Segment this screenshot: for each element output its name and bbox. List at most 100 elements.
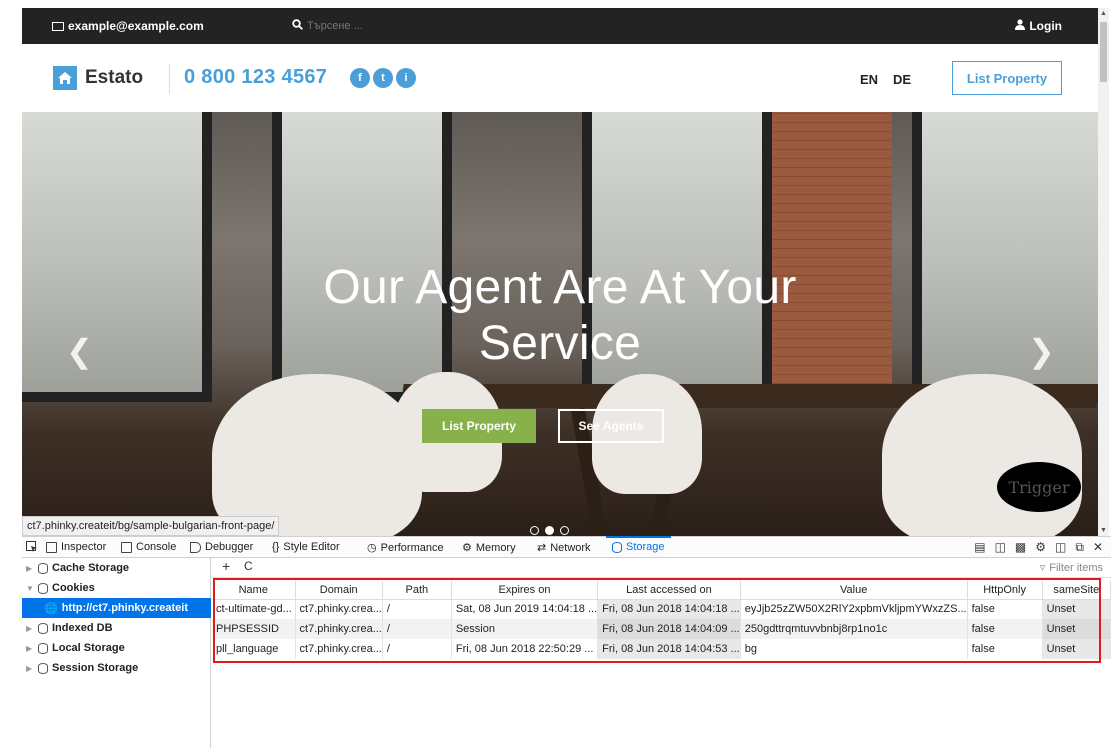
site-topbar: example@example.com Търсене ... Login: [22, 8, 1098, 44]
tab-memory[interactable]: ⚙ Memory: [462, 541, 516, 555]
add-item-button[interactable]: +: [222, 558, 230, 574]
column-header-last-accessed[interactable]: Last accessed on: [597, 581, 741, 600]
logo-name: Estato: [85, 67, 144, 88]
cell-path[interactable]: /: [382, 599, 452, 619]
hero-list-property-button[interactable]: List Property: [422, 409, 536, 443]
slider-dot[interactable]: [545, 526, 554, 535]
dock-side-icon[interactable]: ◫: [1055, 540, 1066, 555]
lang-de[interactable]: DE: [893, 72, 911, 87]
sidebar-item-cookie-host[interactable]: 🌐 http://ct7.phinky.createit: [22, 598, 211, 618]
sidebar-item-cache-storage[interactable]: ▶ Cache Storage: [22, 558, 211, 578]
column-header-value[interactable]: Value: [740, 581, 968, 600]
cell-samesite[interactable]: Unset: [1042, 599, 1111, 619]
cell-httponly[interactable]: false: [967, 639, 1043, 659]
cell-path[interactable]: /: [382, 619, 452, 639]
column-header-expires[interactable]: Expires on: [451, 581, 599, 600]
memory-icon: ⚙: [462, 542, 472, 554]
filter-input[interactable]: ▿ Filter items: [1039, 561, 1103, 575]
sidebar-item-cookies[interactable]: ▼ Cookies: [22, 578, 211, 598]
cell-value[interactable]: bg: [740, 639, 968, 659]
sidebar-item-session-storage[interactable]: ▶ Session Storage: [22, 658, 211, 678]
tab-debugger[interactable]: Debugger: [190, 541, 253, 553]
refresh-button[interactable]: C: [244, 559, 253, 573]
cell-name[interactable]: pll_language: [212, 639, 296, 659]
cell-value[interactable]: 250gdttrqmtuvvbnbj8rp1no1c: [740, 619, 968, 639]
slider-dot[interactable]: [560, 526, 569, 535]
facebook-icon[interactable]: f: [350, 68, 370, 88]
table-row[interactable]: PHPSESSID ct7.phinky.crea... / Session F…: [212, 619, 1111, 639]
tab-style-editor[interactable]: {} Style Editor: [272, 541, 340, 553]
cell-domain[interactable]: ct7.phinky.crea...: [295, 599, 383, 619]
settings-gear-icon[interactable]: ⚙: [1035, 540, 1046, 555]
tab-network[interactable]: ⇄ Network: [537, 541, 591, 555]
tab-inspector-label: Inspector: [61, 541, 107, 553]
database-icon: [38, 662, 48, 674]
cell-domain[interactable]: ct7.phinky.crea...: [295, 639, 383, 659]
column-header-httponly[interactable]: HttpOnly: [967, 581, 1043, 600]
list-property-button[interactable]: List Property: [952, 61, 1062, 95]
cell-name[interactable]: PHPSESSID: [212, 619, 296, 639]
sidebar-item-label: Cache Storage: [52, 562, 130, 574]
filter-funnel-icon: ▿: [1039, 562, 1046, 574]
split-console-icon[interactable]: ◫: [995, 540, 1006, 555]
table-row[interactable]: pll_language ct7.phinky.crea... / Fri, 0…: [212, 639, 1111, 659]
column-header-domain[interactable]: Domain: [295, 581, 383, 600]
trigger-button[interactable]: Trigger: [997, 462, 1081, 512]
tab-performance-label: Performance: [380, 541, 444, 554]
sidebar-item-indexed-db[interactable]: ▶ Indexed DB: [22, 618, 211, 638]
close-icon[interactable]: ✕: [1093, 540, 1103, 555]
collapse-arrow-icon[interactable]: ▼: [26, 584, 34, 593]
screenshot-icon[interactable]: ▩: [1015, 540, 1026, 555]
tab-storage[interactable]: Storage: [606, 536, 671, 553]
tab-inspector[interactable]: Inspector: [46, 541, 106, 553]
expand-arrow-icon[interactable]: ▶: [26, 664, 34, 673]
cell-last-accessed[interactable]: Fri, 08 Jun 2018 14:04:18 ...: [597, 599, 741, 619]
cell-expires[interactable]: Fri, 08 Jun 2018 22:50:29 ...: [451, 639, 599, 659]
tab-console[interactable]: Console: [121, 541, 176, 553]
cell-domain[interactable]: ct7.phinky.crea...: [295, 619, 383, 639]
responsive-design-icon[interactable]: ▤: [974, 540, 985, 555]
login-link[interactable]: Login: [1015, 19, 1062, 33]
table-header-row: Name Domain Path Expires on Last accesse…: [212, 581, 1111, 600]
lang-en[interactable]: EN: [860, 72, 878, 87]
cell-expires[interactable]: Sat, 08 Jun 2019 14:04:18 ...: [451, 599, 599, 619]
separate-window-icon[interactable]: ⧉: [1075, 540, 1084, 555]
element-picker-icon[interactable]: [26, 541, 38, 553]
scrollbar-thumb[interactable]: [1100, 22, 1107, 82]
column-header-samesite[interactable]: sameSite: [1042, 581, 1111, 600]
expand-arrow-icon[interactable]: ▶: [26, 624, 34, 633]
tab-performance[interactable]: ◷ Performance: [367, 541, 444, 555]
sidebar-item-local-storage[interactable]: ▶ Local Storage: [22, 638, 211, 658]
cell-samesite[interactable]: Unset: [1042, 639, 1111, 659]
cell-path[interactable]: /: [382, 639, 452, 659]
cell-samesite[interactable]: Unset: [1042, 619, 1111, 639]
prev-slide-arrow-icon[interactable]: ❮: [66, 332, 93, 370]
column-header-path[interactable]: Path: [382, 581, 452, 600]
slider-dot[interactable]: [530, 526, 539, 535]
cell-last-accessed[interactable]: Fri, 08 Jun 2018 14:04:53 ...: [597, 639, 741, 659]
expand-arrow-icon[interactable]: ▶: [26, 564, 34, 573]
column-header-name[interactable]: Name: [212, 581, 296, 600]
table-row[interactable]: ct-ultimate-gd... ct7.phinky.crea... / S…: [212, 599, 1111, 619]
cell-httponly[interactable]: false: [967, 619, 1043, 639]
cell-httponly[interactable]: false: [967, 599, 1043, 619]
search-placeholder: Търсене ...: [307, 20, 363, 32]
storage-sidebar: ▶ Cache Storage ▼ Cookies 🌐 http://ct7.p…: [22, 558, 211, 748]
expand-arrow-icon[interactable]: ▶: [26, 644, 34, 653]
scroll-down-icon[interactable]: ▼: [1098, 527, 1109, 534]
search-field[interactable]: Търсене ...: [292, 19, 363, 33]
storage-table-toolbar: + C ▿ Filter items: [212, 558, 1111, 578]
see-agents-button[interactable]: See Agents: [558, 409, 664, 443]
cell-name[interactable]: ct-ultimate-gd...: [212, 599, 296, 619]
cell-last-accessed[interactable]: Fri, 08 Jun 2018 14:04:09 ...: [597, 619, 741, 639]
scroll-up-icon[interactable]: ▲: [1098, 10, 1109, 17]
page-scrollbar[interactable]: ▲ ▼: [1098, 8, 1109, 536]
next-slide-arrow-icon[interactable]: ❯: [1028, 332, 1055, 370]
phone-number[interactable]: 0 800 123 4567: [184, 66, 327, 89]
email-link[interactable]: example@example.com: [52, 19, 204, 33]
twitter-icon[interactable]: t: [373, 68, 393, 88]
cell-expires[interactable]: Session: [451, 619, 599, 639]
cell-value[interactable]: eyJjb25zZW50X2RlY2xpbmVkljpmYWxzZS...: [740, 599, 968, 619]
instagram-icon[interactable]: i: [396, 68, 416, 88]
site-logo[interactable]: Estato: [53, 66, 143, 90]
